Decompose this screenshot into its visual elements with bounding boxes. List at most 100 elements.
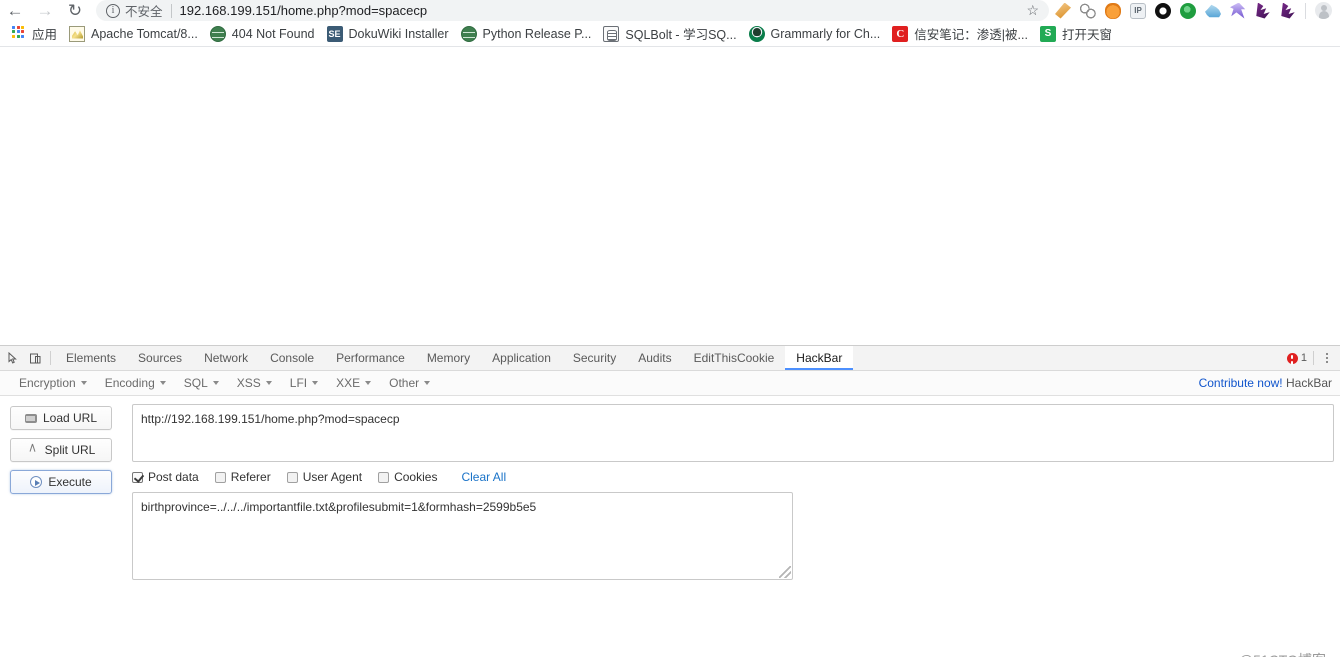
contribute-link[interactable]: Contribute now! bbox=[1199, 376, 1283, 390]
option-label: Post data bbox=[148, 470, 199, 484]
menu-other[interactable]: Other bbox=[380, 376, 439, 390]
bookmark-label: Grammarly for Ch... bbox=[770, 26, 881, 41]
button-label: Execute bbox=[48, 475, 92, 489]
bookmark-label: Apache Tomcat/8... bbox=[91, 26, 198, 41]
url-input[interactable]: http://192.168.199.151/home.php?mod=spac… bbox=[132, 404, 1334, 462]
tab-console[interactable]: Console bbox=[259, 346, 325, 370]
hackbar-options-row: Post data Referer User Agent Cookies Cle… bbox=[132, 462, 1334, 492]
menu-xss[interactable]: XSS bbox=[228, 376, 281, 390]
purple-flame-2-extension-icon[interactable] bbox=[1281, 2, 1295, 19]
split-url-button[interactable]: Split URL bbox=[10, 438, 112, 462]
menu-lfi[interactable]: LFI bbox=[281, 376, 327, 390]
referer-checkbox[interactable] bbox=[214, 471, 226, 483]
button-label: Load URL bbox=[42, 411, 98, 425]
green-circle-extension-icon[interactable] bbox=[1180, 2, 1196, 19]
tab-performance[interactable]: Performance bbox=[325, 346, 416, 370]
clear-all-link[interactable]: Clear All bbox=[461, 470, 506, 484]
cookies-checkbox[interactable] bbox=[378, 471, 390, 483]
tab-hackbar[interactable]: HackBar bbox=[785, 346, 854, 370]
bookmark-python-release[interactable]: Python Release P... bbox=[455, 24, 598, 44]
inspect-element-icon[interactable] bbox=[2, 346, 24, 370]
chevron-down-icon bbox=[212, 381, 219, 385]
link-extension-icon[interactable] bbox=[1080, 2, 1096, 19]
post-data-input[interactable]: birthprovince=../../../importantfile.txt… bbox=[132, 492, 793, 580]
load-url-button[interactable]: Load URL bbox=[10, 406, 112, 430]
chevron-down-icon bbox=[365, 381, 372, 385]
error-badge[interactable]: 1 bbox=[1286, 352, 1307, 364]
tab-security[interactable]: Security bbox=[562, 346, 627, 370]
tab-audits[interactable]: Audits bbox=[627, 346, 682, 370]
tab-sources[interactable]: Sources bbox=[127, 346, 193, 370]
ip-lookup-extension-icon[interactable]: IP bbox=[1130, 2, 1146, 19]
button-label: Split URL bbox=[44, 443, 96, 457]
purple-arrow-extension-icon[interactable] bbox=[1230, 2, 1246, 19]
bookmark-xinan-notes[interactable]: C 信安笔记：渗透|被... bbox=[886, 22, 1034, 45]
bookmark-label: DokuWiki Installer bbox=[348, 26, 449, 41]
globe-icon bbox=[209, 25, 226, 42]
menu-encoding[interactable]: Encoding bbox=[96, 376, 175, 390]
apps-grid-icon bbox=[10, 25, 26, 42]
not-secure-info-icon[interactable]: i bbox=[106, 3, 120, 18]
bookmark-apache-tomcat[interactable]: Apache Tomcat/8... bbox=[63, 24, 204, 44]
bookmark-dakaitianchuang[interactable]: S 打开天窗 bbox=[1034, 22, 1118, 45]
bookmark-grammarly[interactable]: Grammarly for Ch... bbox=[743, 24, 887, 44]
referer-option[interactable]: Referer bbox=[214, 470, 271, 484]
security-status-label: 不安全 bbox=[125, 5, 163, 19]
kebab-menu-icon[interactable] bbox=[1320, 351, 1334, 365]
bookmarks-bar: 应用 Apache Tomcat/8... 404 Not Found SE D… bbox=[0, 21, 1340, 47]
bookmark-apps[interactable]: 应用 bbox=[4, 22, 63, 45]
extensions-toolbar: IP bbox=[1055, 2, 1340, 19]
post-data-option[interactable]: Post data bbox=[132, 470, 199, 484]
bookmark-sqlbolt[interactable]: SQLBolt - 学习SQ... bbox=[597, 22, 742, 45]
devtools-tabbar-right: 1 bbox=[1286, 346, 1340, 370]
menu-label: SQL bbox=[183, 376, 208, 390]
bookmark-star-icon[interactable]: ☆ bbox=[1026, 2, 1043, 19]
bookmark-label: SQLBolt - 学习SQ... bbox=[625, 28, 737, 42]
chevron-down-icon bbox=[312, 381, 319, 385]
tab-editthiscookie[interactable]: EditThisCookie bbox=[683, 346, 786, 370]
toolbar-divider bbox=[1305, 2, 1306, 19]
purple-flame-extension-icon[interactable] bbox=[1256, 2, 1270, 19]
bookmark-dokuwiki-installer[interactable]: SE DokuWiki Installer bbox=[321, 24, 455, 44]
option-label: Referer bbox=[230, 470, 271, 484]
tab-network[interactable]: Network bbox=[193, 346, 259, 370]
tab-application[interactable]: Application bbox=[481, 346, 562, 370]
user-agent-option[interactable]: User Agent bbox=[286, 470, 362, 484]
bookmark-404-not-found[interactable]: 404 Not Found bbox=[204, 24, 321, 44]
chevron-down-icon bbox=[80, 381, 87, 385]
execute-icon bbox=[30, 476, 43, 488]
user-agent-checkbox[interactable] bbox=[286, 471, 298, 483]
post-data-checkbox[interactable] bbox=[132, 471, 143, 483]
blue-cloud-extension-icon[interactable] bbox=[1205, 4, 1221, 18]
black-ring-extension-icon[interactable] bbox=[1155, 2, 1171, 19]
devtools-divider bbox=[50, 351, 51, 365]
devtools-panel: Elements Sources Network Console Perform… bbox=[0, 345, 1340, 650]
device-toolbar-icon[interactable] bbox=[24, 346, 46, 370]
hackbar-brand-label: HackBar bbox=[1282, 376, 1332, 390]
cookies-option[interactable]: Cookies bbox=[378, 470, 437, 484]
tab-elements[interactable]: Elements bbox=[55, 346, 127, 370]
bookmark-label: 信安笔记：渗透|被... bbox=[914, 28, 1028, 42]
pumpkin-extension-icon[interactable] bbox=[1105, 2, 1121, 19]
forward-button[interactable]: → bbox=[30, 0, 60, 21]
url-text: 192.168.199.151/home.php?mod=spacecp bbox=[179, 3, 428, 18]
menu-encryption[interactable]: Encryption bbox=[10, 376, 96, 390]
menu-label: LFI bbox=[289, 376, 308, 390]
address-bar[interactable]: i 不安全 192.168.199.151/home.php?mod=space… bbox=[96, 0, 1049, 21]
tab-memory[interactable]: Memory bbox=[416, 346, 481, 370]
globe-icon bbox=[460, 25, 477, 42]
contribute-area: Contribute now! HackBar bbox=[1199, 376, 1340, 390]
error-icon bbox=[1286, 352, 1298, 364]
reload-button[interactable]: ↻ bbox=[60, 0, 90, 21]
load-url-icon bbox=[24, 413, 37, 423]
devtools-tabbar: Elements Sources Network Console Perform… bbox=[0, 346, 1340, 371]
menu-sql[interactable]: SQL bbox=[175, 376, 228, 390]
post-data-area: birthprovince=../../../importantfile.txt… bbox=[132, 492, 793, 580]
browser-chrome: ← → ↻ i 不安全 192.168.199.151/home.php?mod… bbox=[0, 0, 1340, 47]
menu-xxe[interactable]: XXE bbox=[327, 376, 380, 390]
menu-label: Encoding bbox=[104, 376, 155, 390]
execute-button[interactable]: Execute bbox=[10, 470, 112, 494]
dropper-extension-icon[interactable] bbox=[1055, 2, 1071, 19]
profile-avatar[interactable] bbox=[1315, 2, 1332, 19]
back-button[interactable]: ← bbox=[0, 0, 30, 21]
